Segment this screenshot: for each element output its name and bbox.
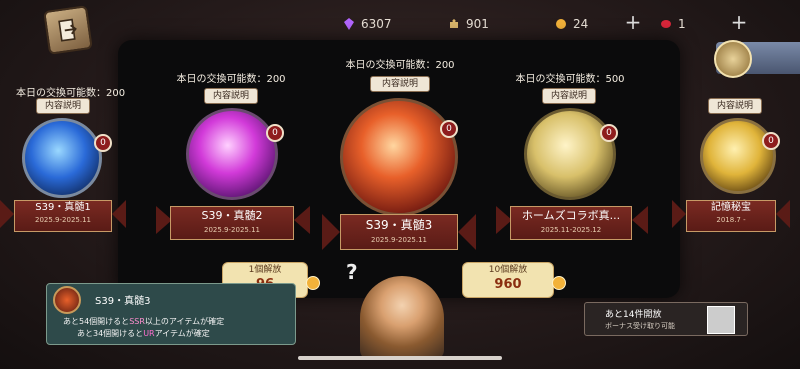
essence-3-badge: 0 [440,120,458,138]
bonus-line-1: あと14件開放 [605,310,662,320]
essence-2-limit: 本日の交換可能数：200 [176,74,286,85]
essence-4-orb[interactable] [524,108,616,200]
essence-4-date: 2025.11-2025.12 [540,226,602,234]
essence-4-banner[interactable]: ホームズコラボ真... 2025.11-2025.12 [510,206,632,240]
add-coin-plus-icon[interactable]: + [622,12,644,34]
essence-5-name: 記憶秘宝 [711,202,751,213]
essence-4-desc-button[interactable]: 内容説明 [542,88,596,104]
purple-gem-icon [344,18,354,30]
essence-5-orb[interactable] [700,118,776,194]
essence-2-badge: 0 [266,124,284,142]
info-line-2c: アイテムが確定 [154,329,210,338]
bonus-card[interactable]: あと14件開放 ボーナス受け取り可能 [584,302,748,336]
puzzle-count: 901 [466,17,489,31]
release-10-label: 10個解放 [488,265,528,275]
essence-1-orb[interactable] [22,118,102,198]
info-line-1c: 以上のアイテムが確定 [144,317,225,326]
release-1-coin-icon [306,276,320,290]
gold-coin-count: 24 [573,17,589,31]
essence-1-name: S39・真髄1 [35,202,91,213]
question-mark-icon: ? [346,260,358,284]
essence-2-banner[interactable]: S39・真髄2 2025.9-2025.11 [170,206,294,240]
bonus-reward-icon [707,306,735,334]
essence-5-desc-button[interactable]: 内容説明 [708,98,762,114]
essence-1-desc-button[interactable]: 内容説明 [36,98,90,114]
home-indicator[interactable] [298,356,502,360]
info-line-2a: あと34個開けると [77,329,144,338]
essence-5-banner[interactable]: 記憶秘宝 2018.7 - [686,200,776,232]
release-10-coin-icon [552,276,566,290]
bonus-line-2: ボーナス受け取り可能 [605,322,675,330]
info-line-1: あと54個開けるとSSR以上のアイテムが確定 [63,316,224,327]
puzzle-piece-icon [450,19,458,28]
resource-purple-gem: 6307 [343,14,392,34]
red-gem-count: 1 [678,17,686,31]
essence-1-banner[interactable]: S39・真髄1 2025.9-2025.11 [14,200,112,232]
info-line-1b: SSR [129,317,145,326]
info-line-2b: UR [143,329,155,338]
essence-2-desc-button[interactable]: 内容説明 [204,88,258,104]
essence-2-name: S39・真髄2 [201,209,263,222]
essence-5-date: 2018.7 - [716,216,746,224]
essence-1-date: 2025.9-2025.11 [35,216,91,224]
resource-red-gem: 1 [660,14,686,34]
red-gem-icon [661,20,671,28]
info-card: S39・真髄3 あと54個開けるとSSR以上のアイテムが確定 あと34個開けると… [46,283,296,345]
release-10-button[interactable]: 10個解放 960 [462,262,554,298]
resource-gold-coin: 24 [555,14,588,34]
essence-3-banner[interactable]: S39・真髄3 2025.9-2025.11 [340,214,458,250]
essence-2-date: 2025.9-2025.11 [204,226,260,234]
essence-4-badge: 0 [600,124,618,142]
essence-1-badge: 0 [94,134,112,152]
add-red-gem-plus-icon[interactable]: + [728,12,750,34]
season-emblem-icon[interactable] [714,40,752,78]
essence-3-date: 2025.9-2025.11 [371,236,427,244]
essence-3-desc-button[interactable]: 内容説明 [370,76,430,92]
essence-1-limit: 本日の交換可能数：200 [16,88,126,99]
info-line-1a: あと54個開けると [63,317,130,326]
essence-3-mini-icon [53,286,81,314]
essence-5-badge: 0 [762,132,780,150]
essence-4-limit: 本日の交換可能数：500 [515,74,625,85]
release-1-label: 1個解放 [248,265,282,275]
info-title: S39・真髄3 [95,296,151,307]
essence-4-name: ホームズコラボ真... [521,209,621,222]
essence-3-name: S39・真髄3 [365,218,433,232]
purple-gem-count: 6307 [361,17,392,31]
resource-puzzle: 901 [448,14,489,34]
exit-door-icon [58,18,77,42]
info-line-2: あと34個開けるとURアイテムが確定 [77,328,210,339]
character-avatar[interactable] [360,276,444,360]
essence-3-limit: 本日の交換可能数：200 [345,60,455,71]
essence-3-orb[interactable] [340,98,458,216]
gold-coin-icon [556,19,566,29]
back-button[interactable] [43,5,93,55]
release-10-cost: 960 [494,277,522,292]
essence-2-orb[interactable] [186,108,278,200]
